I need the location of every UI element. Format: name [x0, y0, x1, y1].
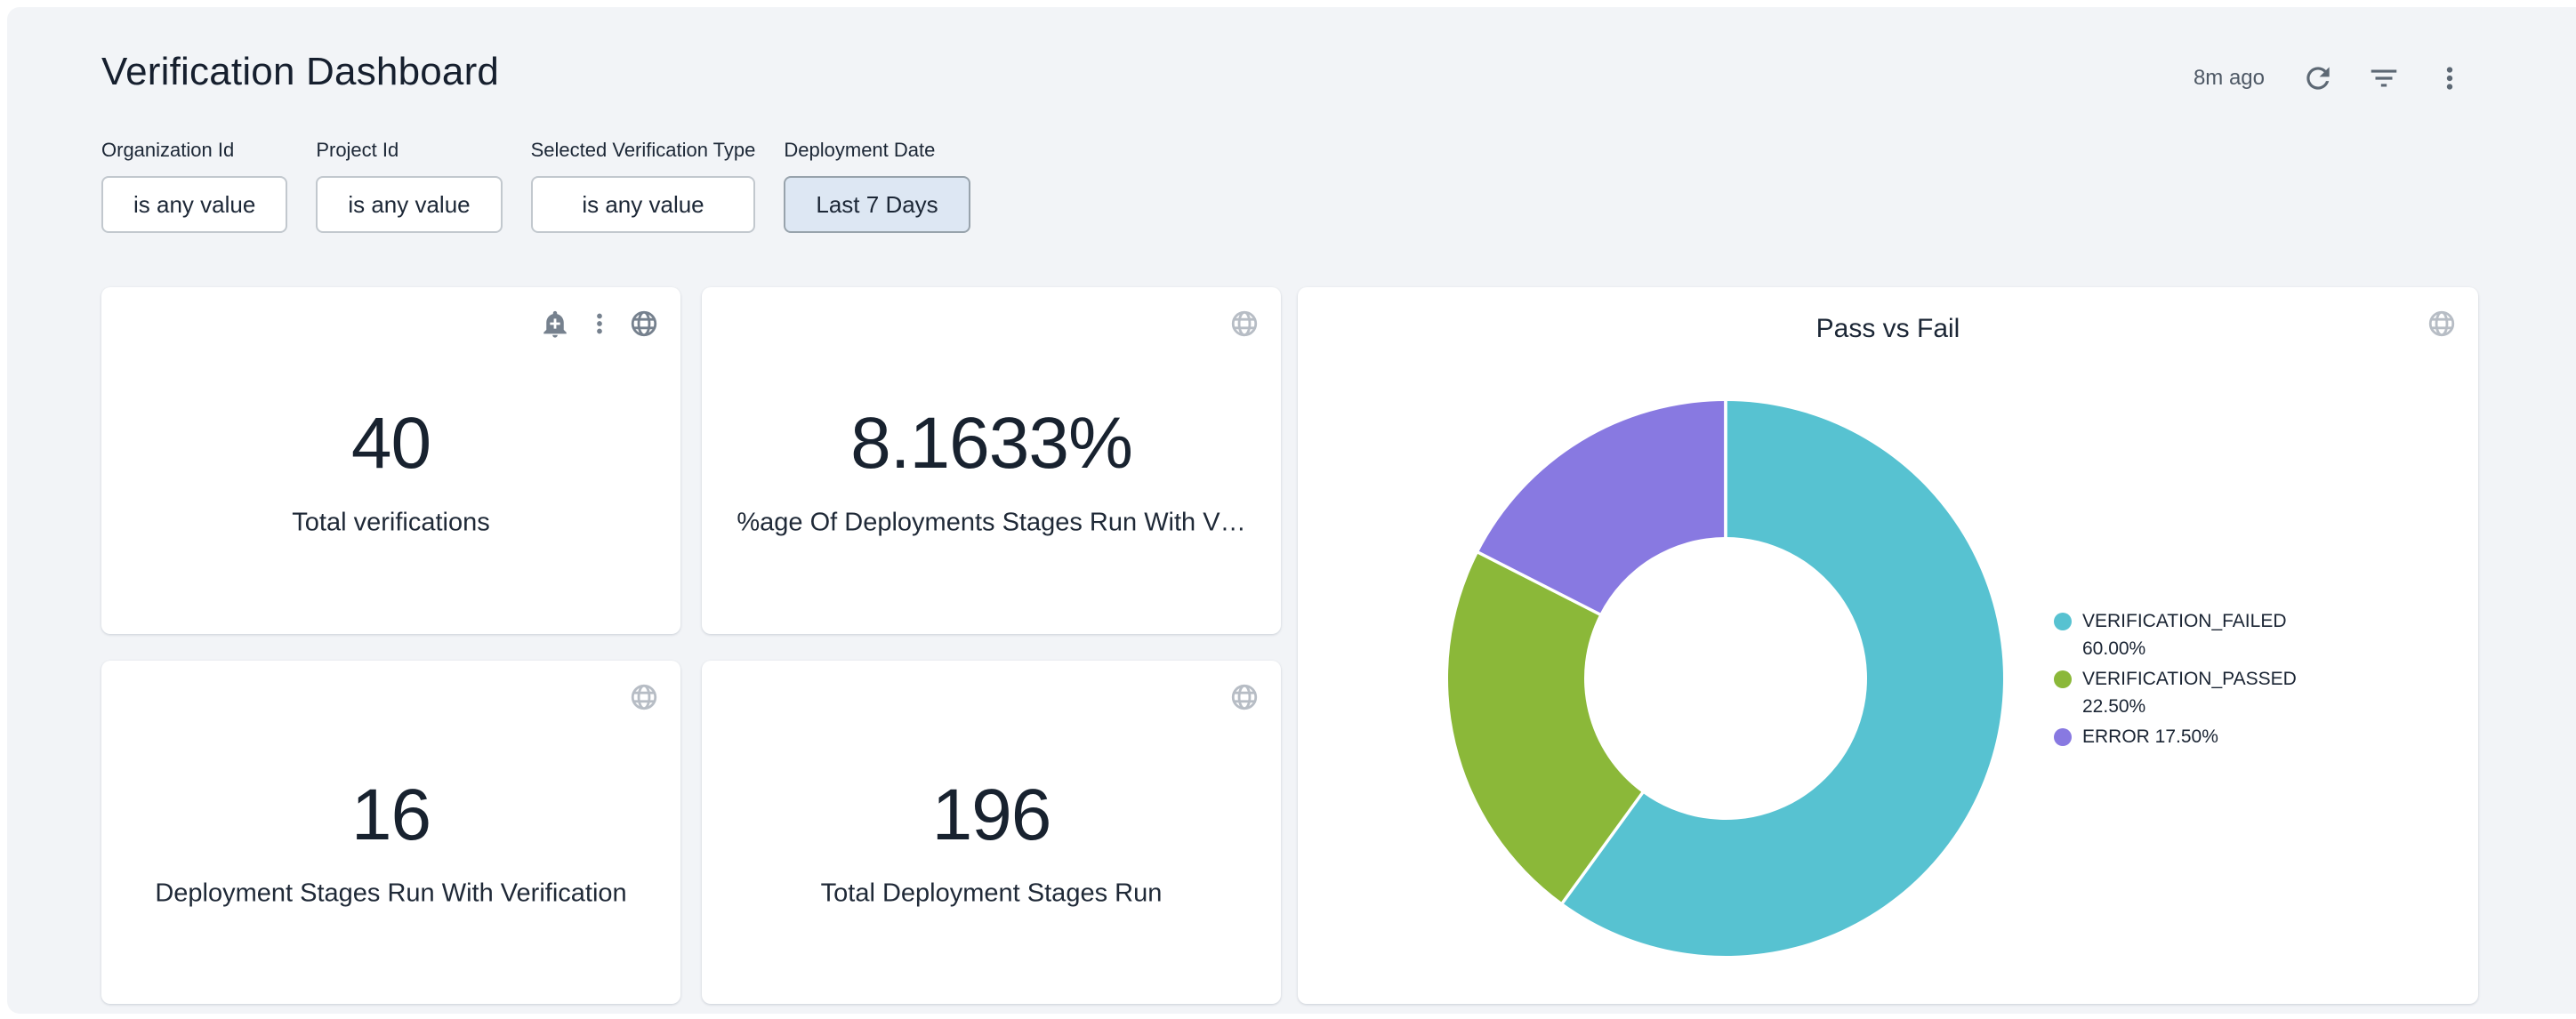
globe-icon	[1229, 682, 1260, 712]
kpi-tile-total-verifications: 40 Total verifications	[101, 287, 680, 634]
add-alert-icon	[540, 309, 570, 339]
kpi-label: Total verifications	[101, 509, 680, 538]
legend-item-verification_failed[interactable]: VERIFICATION_FAILED 60.00%	[2054, 607, 2306, 662]
explore-globe-button[interactable]	[1229, 309, 1260, 339]
chart-title: Pass vs Fail	[1298, 314, 2478, 344]
verification-dashboard: { "header": { "title": "Verification Das…	[0, 0, 2576, 1019]
filter-label: Organization Id	[101, 139, 287, 162]
kpi-value: 196	[702, 774, 1281, 857]
alert-bell-button[interactable]	[540, 309, 570, 339]
kpi-tile-stages-run-with-verification: 16 Deployment Stages Run With Verificati…	[101, 661, 680, 1004]
last-refresh-time: 8m ago	[2194, 66, 2265, 91]
explore-globe-button[interactable]	[1229, 682, 1260, 712]
kpi-value: 8.1633%	[702, 402, 1281, 485]
explore-globe-button[interactable]	[629, 309, 659, 339]
tile-actions	[540, 309, 659, 339]
filter-bar: Organization Id is any value Project Id …	[101, 139, 970, 233]
filter-icon	[2367, 61, 2401, 95]
kpi-label: Deployment Stages Run With Verification	[101, 879, 680, 909]
filter-selected-verification-type: Selected Verification Type is any value	[531, 139, 756, 233]
dashboard-more-button[interactable]	[2430, 59, 2469, 98]
tile-more-button[interactable]	[584, 309, 615, 339]
tile-actions	[629, 682, 659, 712]
selected-verification-type-filter-button[interactable]: is any value	[531, 176, 756, 233]
globe-icon	[2427, 309, 2457, 339]
kebab-menu-icon	[584, 309, 615, 339]
filter-label: Project Id	[316, 139, 502, 162]
explore-globe-button[interactable]	[2427, 309, 2457, 339]
legend-label: VERIFICATION_FAILED 60.00%	[2082, 607, 2306, 662]
donut-chart	[1432, 385, 2019, 972]
legend-item-verification_passed[interactable]: VERIFICATION_PASSED 22.50%	[2054, 665, 2306, 720]
filter-project-id: Project Id is any value	[316, 139, 502, 233]
legend-dot	[2054, 728, 2072, 746]
tile-actions	[1229, 309, 1260, 339]
organization-id-filter-button[interactable]: is any value	[101, 176, 287, 233]
legend-item-error[interactable]: ERROR 17.50%	[2054, 723, 2306, 750]
legend-label: VERIFICATION_PASSED 22.50%	[2082, 665, 2306, 720]
filter-label: Deployment Date	[784, 139, 970, 162]
tile-actions	[2427, 309, 2457, 339]
filter-label: Selected Verification Type	[531, 139, 756, 162]
kpi-label: Total Deployment Stages Run	[702, 879, 1281, 909]
kpi-tile-total-deployment-stages-run: 196 Total Deployment Stages Run	[702, 661, 1281, 1004]
dashboard-canvas: Verification Dashboard 8m ago Organizati…	[7, 7, 2576, 1014]
filter-toggle-button[interactable]	[2364, 59, 2403, 98]
globe-icon	[629, 309, 659, 339]
tile-actions	[1229, 682, 1260, 712]
refresh-button[interactable]	[2298, 59, 2338, 98]
project-id-filter-button[interactable]: is any value	[316, 176, 502, 233]
kpi-tile-pct-stages-with-verification: 8.1633% %age Of Deployments Stages Run W…	[702, 287, 1281, 634]
filter-organization-id: Organization Id is any value	[101, 139, 287, 233]
legend-dot	[2054, 613, 2072, 630]
kpi-value: 40	[101, 402, 680, 485]
globe-icon	[629, 682, 659, 712]
header-actions: 8m ago	[2194, 53, 2469, 103]
globe-icon	[1229, 309, 1260, 339]
refresh-icon	[2301, 61, 2335, 95]
kpi-value: 16	[101, 774, 680, 857]
deployment-date-filter-button[interactable]: Last 7 Days	[784, 176, 970, 233]
legend-dot	[2054, 670, 2072, 688]
filter-deployment-date: Deployment Date Last 7 Days	[784, 139, 970, 233]
explore-globe-button[interactable]	[629, 682, 659, 712]
page-title: Verification Dashboard	[101, 50, 499, 94]
legend-label: ERROR 17.50%	[2082, 723, 2306, 750]
kpi-label: %age Of Deployments Stages Run With V…	[702, 509, 1281, 538]
kebab-menu-icon	[2433, 61, 2467, 95]
chart-legend: VERIFICATION_FAILED 60.00%VERIFICATION_P…	[2054, 607, 2306, 753]
pass-vs-fail-chart-tile: Pass vs Fail VERIFICATION_FAILED 60.00%V…	[1298, 287, 2478, 1004]
